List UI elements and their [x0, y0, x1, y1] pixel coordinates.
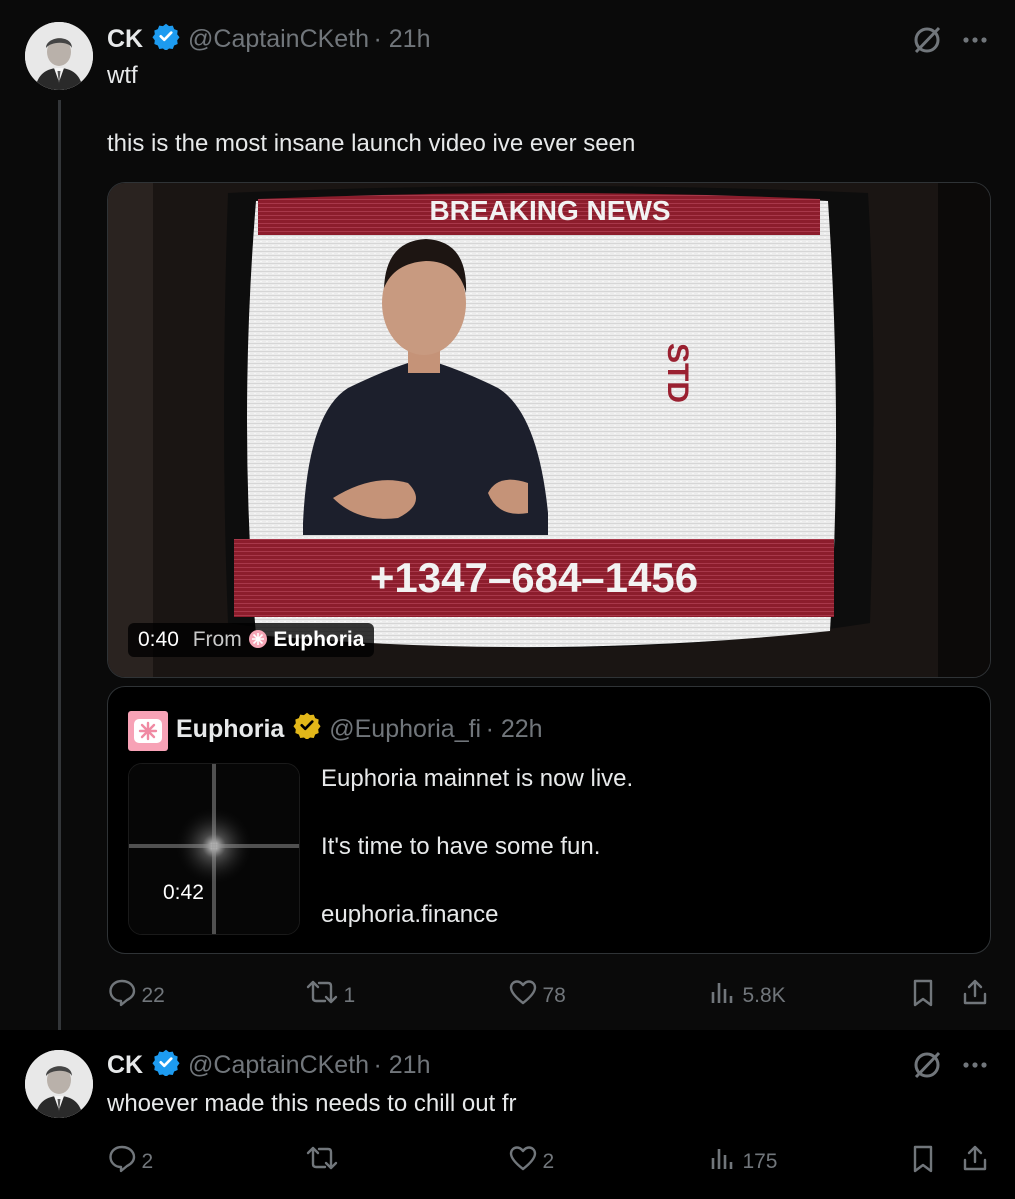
reply-icon — [107, 1143, 137, 1185]
video-duration-badge: 0:40 From Euphoria — [128, 623, 375, 660]
reply-count: 22 — [141, 984, 165, 1008]
share-icon[interactable] — [960, 977, 990, 1012]
quoted-author-name[interactable]: Euphoria — [176, 715, 284, 743]
post-text: whoever made this needs to chill out fr — [107, 1090, 517, 1117]
video-player[interactable]: STD BREAKING NEWS +1347–684–1456 0:40 Fr… — [107, 182, 991, 678]
verified-badge-icon — [152, 1048, 180, 1089]
bookmark-icon[interactable] — [908, 1144, 938, 1179]
video-banner-top: BREAKING NEWS — [429, 195, 670, 226]
post-time[interactable]: · 21h — [374, 1051, 431, 1079]
sparkle-image — [129, 764, 299, 934]
quoted-video-thumbnail[interactable]: 0:42 — [128, 763, 300, 935]
views-button[interactable]: 5.8K — [708, 977, 786, 1009]
views-count: 5.8K — [742, 984, 786, 1008]
share-icon[interactable] — [960, 1143, 990, 1178]
reply-button[interactable]: 22 — [107, 977, 165, 1009]
quoted-post[interactable]: Euphoria @Euphoria_fi · 22h 0:42 Euphori… — [107, 686, 991, 954]
video-side-text: STD — [661, 343, 694, 403]
euphoria-avatar-icon[interactable] — [128, 711, 168, 756]
bookmark-icon[interactable] — [908, 978, 938, 1013]
author-name[interactable]: CK — [107, 25, 143, 53]
author-handle[interactable]: @CaptainCKeth — [188, 1051, 369, 1079]
views-count: 175 — [742, 1150, 778, 1174]
reply-button[interactable]: 2 — [107, 1143, 153, 1175]
avatar[interactable] — [25, 22, 93, 90]
gold-verified-badge-icon — [293, 711, 321, 755]
post-header: CK @CaptainCKeth · 21h — [107, 1048, 430, 1082]
post-header: CK @CaptainCKeth · 21h — [107, 22, 430, 56]
more-options-icon[interactable] — [960, 25, 990, 55]
views-chart-icon — [708, 977, 738, 1019]
avatar-image — [25, 1050, 93, 1118]
video-frame: STD BREAKING NEWS +1347–684–1456 — [108, 183, 990, 677]
quoted-post-header: Euphoria @Euphoria_fi · 22h — [176, 709, 543, 749]
author-name[interactable]: CK — [107, 1051, 143, 1079]
video-duration: 0:40 — [138, 628, 179, 651]
avatar[interactable] — [25, 1050, 93, 1118]
grok-icon[interactable] — [912, 25, 942, 60]
repost-button[interactable]: 1 — [305, 977, 355, 1009]
quoted-video-duration: 0:42 — [163, 881, 204, 904]
euphoria-logo-icon — [248, 626, 268, 660]
post-2[interactable]: CK @CaptainCKeth · 21h whoever made this… — [0, 1030, 1015, 1199]
author-handle[interactable]: @CaptainCKeth — [188, 25, 369, 53]
views-chart-icon — [708, 1143, 738, 1185]
like-button[interactable]: 78 — [508, 977, 566, 1009]
post-text-line-1: wtf — [107, 62, 138, 89]
more-options-icon[interactable] — [960, 1050, 990, 1080]
video-from-label: From — [192, 628, 242, 651]
quoted-link[interactable]: euphoria.finance — [321, 901, 498, 929]
repost-icon — [305, 977, 339, 1019]
grok-icon[interactable] — [912, 1050, 942, 1085]
post-time[interactable]: · 21h — [374, 25, 431, 53]
heart-icon — [508, 977, 538, 1019]
video-banner-bottom: +1347–684–1456 — [370, 554, 698, 601]
like-button[interactable]: 2 — [508, 1143, 554, 1175]
post-text-line-2: this is the most insane launch video ive… — [107, 130, 636, 157]
quoted-author-handle[interactable]: @Euphoria_fi — [329, 715, 481, 743]
thread-connector-line — [58, 100, 61, 1042]
repost-count: 1 — [343, 984, 356, 1008]
verified-badge-icon — [152, 22, 180, 63]
video-source-name[interactable]: Euphoria — [273, 628, 364, 651]
views-button[interactable]: 175 — [708, 1143, 778, 1175]
repost-button[interactable] — [305, 1143, 339, 1175]
quoted-post-time[interactable]: · 22h — [486, 715, 543, 743]
reply-icon — [107, 977, 137, 1019]
avatar-image — [25, 22, 93, 90]
reply-count: 2 — [141, 1150, 154, 1174]
like-count: 78 — [542, 984, 566, 1008]
like-count: 2 — [542, 1150, 555, 1174]
post-1[interactable]: CK @CaptainCKeth · 21h wtf this is the m… — [0, 0, 1015, 1042]
quoted-text-line-1: Euphoria mainnet is now live. — [321, 765, 634, 792]
heart-icon — [508, 1143, 538, 1185]
repost-icon — [305, 1143, 339, 1185]
quoted-text-line-2: It's time to have some fun. — [321, 833, 601, 860]
